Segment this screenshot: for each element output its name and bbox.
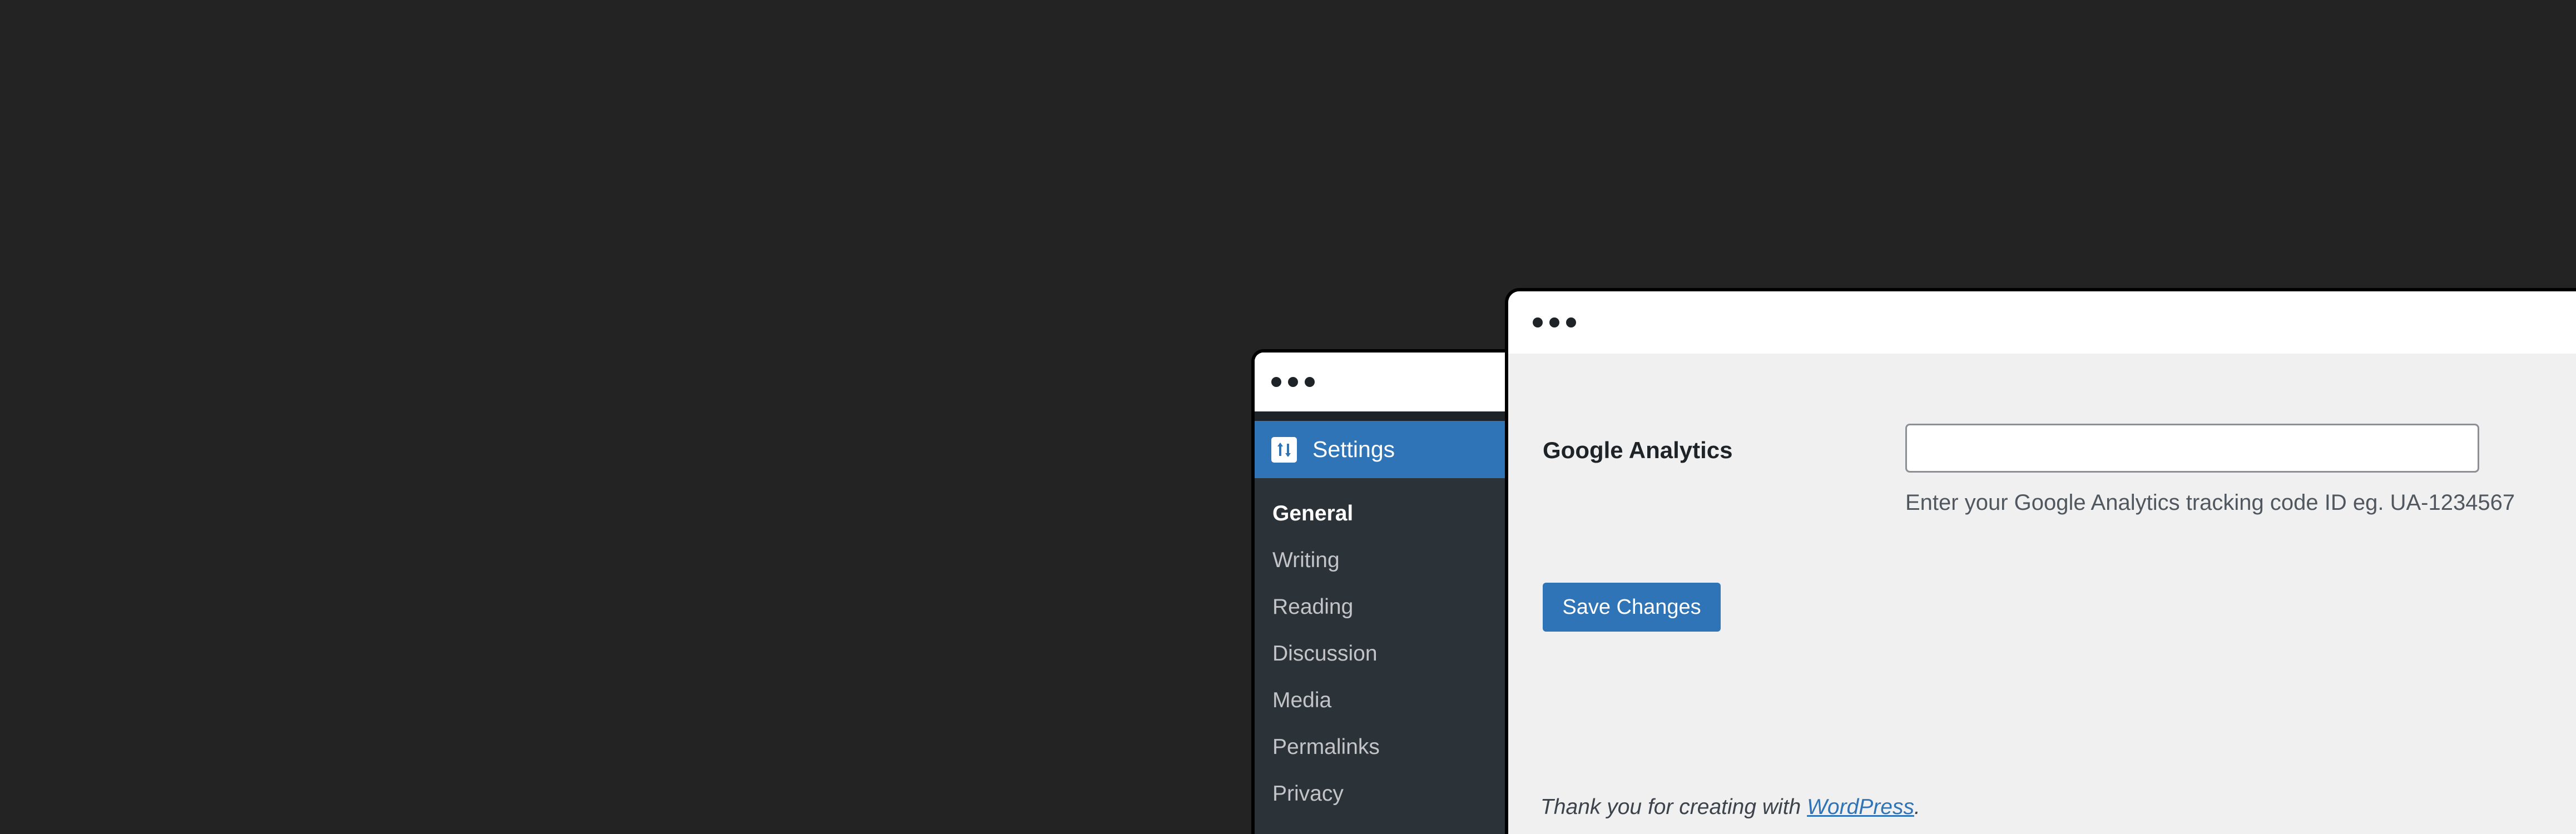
window-controls (1533, 317, 1576, 327)
admin-menu: Settings General Writing Reading Discuss… (1255, 411, 1507, 834)
footer-prefix: Thank you for creating with (1540, 795, 1807, 819)
submenu-item-writing[interactable]: Writing (1255, 537, 1507, 584)
settings-submenu: General Writing Reading Discussion Media… (1255, 478, 1507, 817)
window-controls (1271, 377, 1315, 387)
window-dot-icon (1271, 377, 1281, 387)
google-analytics-input[interactable] (1905, 424, 2479, 473)
google-analytics-label: Google Analytics (1543, 437, 1733, 463)
submenu-item-discussion[interactable]: Discussion (1255, 631, 1507, 677)
window-dot-icon (1288, 377, 1298, 387)
admin-sidebar-window: Settings General Writing Reading Discuss… (1251, 349, 1507, 834)
window-dot-icon (1566, 317, 1576, 327)
settings-content: Google Analytics Enter your Google Analy… (1508, 354, 2576, 834)
sidebar-item-label: Settings (1312, 436, 1395, 462)
submenu-item-privacy[interactable]: Privacy (1255, 771, 1507, 817)
window-dot-icon (1305, 377, 1315, 387)
google-analytics-description: Enter your Google Analytics tracking cod… (1905, 490, 2515, 515)
wordpress-link[interactable]: WordPress (1807, 795, 1914, 819)
submenu-item-media[interactable]: Media (1255, 677, 1507, 724)
settings-page-window: Google Analytics Enter your Google Analy… (1505, 288, 2576, 834)
window-dot-icon (1549, 317, 1559, 327)
submenu-item-reading[interactable]: Reading (1255, 584, 1507, 631)
footer-text: Thank you for creating with WordPress. (1540, 795, 1920, 820)
window-titlebar (1255, 353, 1507, 411)
menu-top-strip (1255, 411, 1507, 421)
sidebar-item-settings[interactable]: Settings (1255, 421, 1507, 478)
settings-sliders-icon (1271, 436, 1297, 463)
window-dot-icon (1533, 317, 1543, 327)
window-titlebar (1508, 291, 2576, 354)
footer-suffix: . (1914, 795, 1920, 819)
submenu-item-permalinks[interactable]: Permalinks (1255, 724, 1507, 771)
save-changes-button[interactable]: Save Changes (1543, 583, 1721, 632)
submenu-item-general[interactable]: General (1255, 490, 1507, 537)
